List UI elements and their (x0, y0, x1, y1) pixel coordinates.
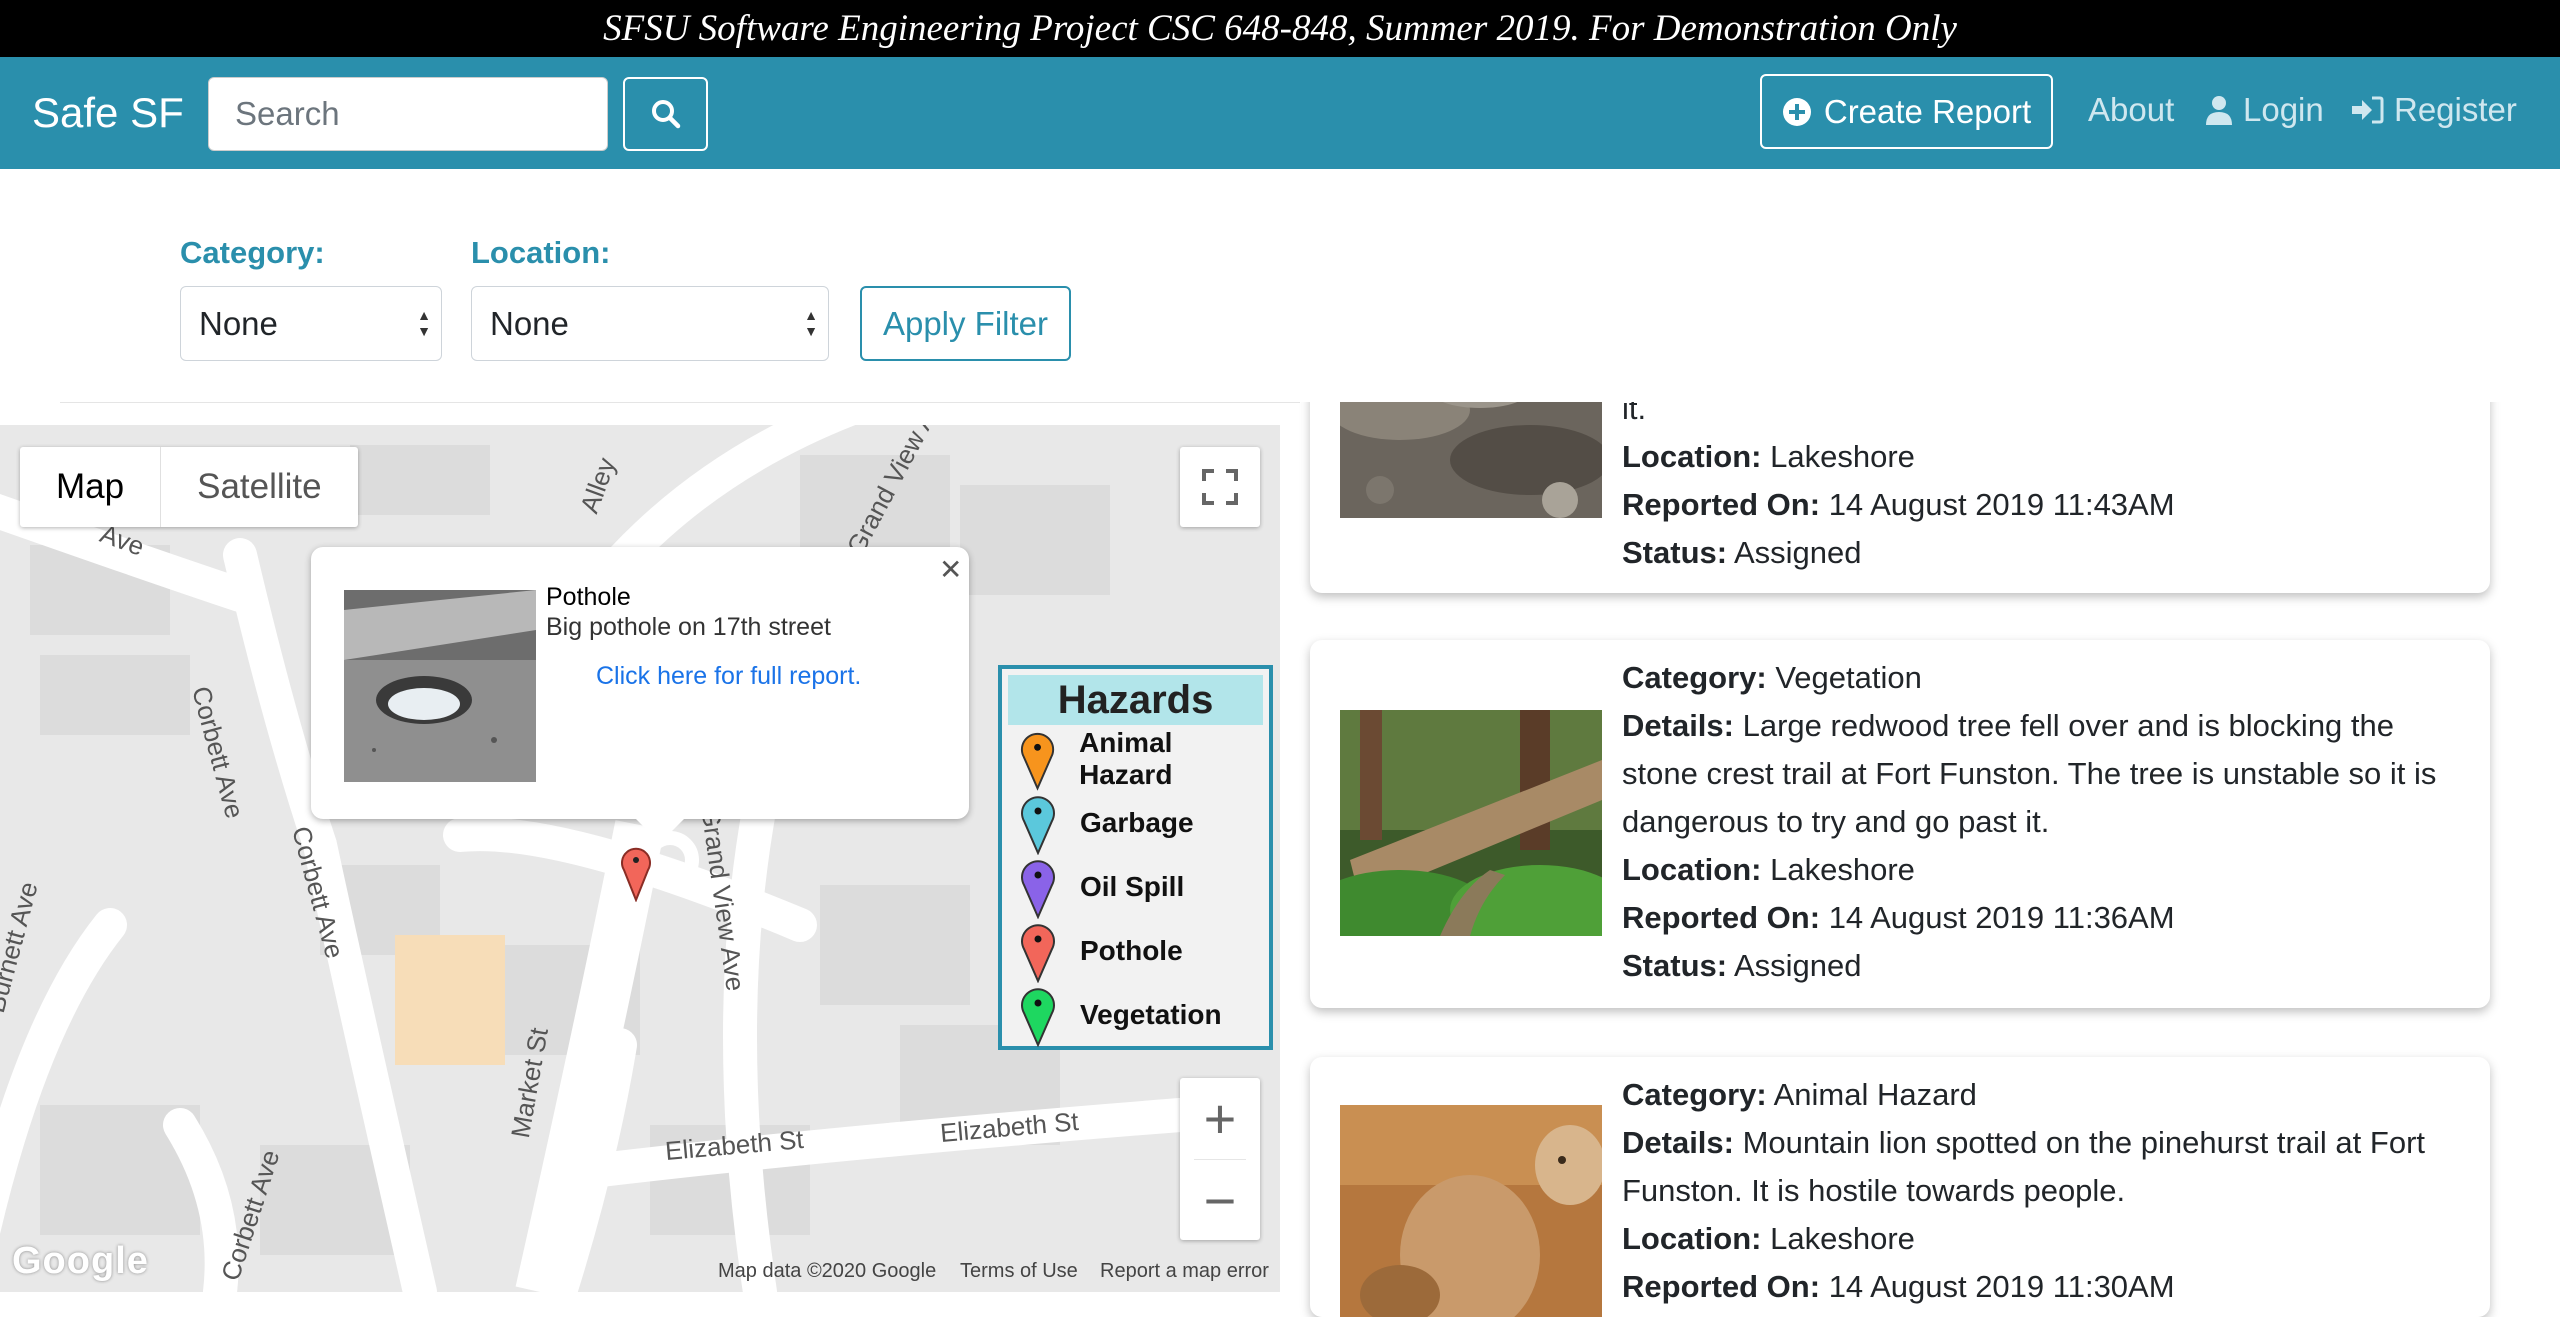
hazards-legend: Hazards Animal Hazard Garbage Oil Spill Pot… (998, 665, 1273, 1050)
location-value: Lakeshore (1770, 1221, 1915, 1256)
location-select[interactable]: None ▲ ▼ (471, 286, 829, 361)
popup-image (344, 590, 536, 782)
map-type-control: Map Satellite (20, 447, 358, 527)
brand-logo[interactable]: Safe SF (32, 89, 184, 137)
status-key: Status: (1622, 948, 1728, 983)
select-arrows-icon: ▲ ▼ (417, 307, 431, 339)
location-label: Location: (471, 235, 611, 270)
legend-item: Pothole (1018, 919, 1183, 983)
report-image (1340, 710, 1602, 936)
status-key: Status: (1622, 535, 1728, 570)
search-button[interactable] (623, 77, 708, 151)
status-value: Assigned (1733, 535, 1862, 570)
category-select[interactable]: None ▲ ▼ (180, 286, 442, 361)
location-value: None (490, 304, 569, 342)
report-details: Category: Vegetation Details: Large redw… (1622, 654, 2462, 990)
about-label: About (2088, 91, 2175, 128)
map-pin-icon (1021, 988, 1055, 1047)
legend-label: Oil Spill (1080, 871, 1185, 902)
category-key: Category: (1622, 1077, 1767, 1112)
reported-value: 14 August 2019 11:43AM (1828, 487, 2175, 522)
location-value: Lakeshore (1770, 852, 1915, 887)
details-key: Details: (1622, 708, 1734, 743)
full-report-link[interactable]: Click here for full report. (596, 662, 861, 691)
marker-info-popup: ✕ Pothole Big pothole on 17th street Cli… (311, 547, 969, 843)
report-details: it. Location: Lakeshore Reported On: 14 … (1622, 385, 2462, 577)
zoom-out-button[interactable]: − (1180, 1160, 1260, 1241)
map-pin-icon (1021, 796, 1055, 855)
report-card[interactable]: Category: Animal Hazard Details: Mountai… (1310, 1057, 2490, 1317)
map-data-attribution: Map data ©2020 Google (718, 1260, 937, 1282)
demo-banner: SFSU Software Engineering Project CSC 64… (0, 0, 2560, 57)
login-label: Login (2243, 91, 2324, 128)
map-pin-icon (1021, 924, 1055, 983)
legend-item: Animal Hazard (1018, 727, 1269, 791)
legend-label: Vegetation (1080, 999, 1222, 1030)
category-value: None (199, 304, 278, 342)
report-map-error-link[interactable]: Report a map error (1100, 1260, 1269, 1283)
filter-bar-background (1280, 170, 2560, 402)
report-image (1340, 1105, 1602, 1317)
map-view-button[interactable]: Map (20, 447, 162, 527)
satellite-view-button[interactable]: Satellite (161, 447, 358, 527)
map[interactable]: Alley Grand View Ave Ave Corbett Ave Cor… (0, 425, 1280, 1292)
nav-register[interactable]: Register (2350, 91, 2517, 129)
popup-description: Big pothole on 17th street (546, 613, 831, 641)
reported-value: 14 August 2019 11:36AM (1828, 900, 2175, 935)
report-card[interactable]: Category: Vegetation Details: Large redw… (1310, 640, 2490, 1008)
category-value: Vegetation (1775, 660, 1922, 695)
location-key: Location: (1622, 1221, 1762, 1256)
map-pin-icon (1020, 732, 1055, 791)
category-value: Animal Hazard (1773, 1077, 1977, 1112)
apply-filter-button[interactable]: Apply Filter (860, 286, 1071, 361)
search-input[interactable] (208, 77, 608, 151)
close-icon[interactable]: ✕ (939, 553, 962, 586)
legend-item: Vegetation (1018, 983, 1222, 1047)
search-icon (651, 100, 680, 129)
navbar: Safe SF Create Report About Login Regist… (0, 57, 2560, 169)
legend-item: Oil Spill (1018, 855, 1184, 919)
legend-label: Pothole (1080, 935, 1183, 966)
fullscreen-button[interactable] (1180, 447, 1260, 527)
legend-label: Garbage (1080, 807, 1194, 838)
reported-key: Reported On: (1622, 900, 1821, 935)
report-details: Category: Animal Hazard Details: Mountai… (1622, 1071, 2462, 1311)
category-label: Category: (180, 235, 325, 270)
location-key: Location: (1622, 852, 1762, 887)
google-logo: Google (12, 1240, 149, 1282)
sign-in-icon (2352, 96, 2384, 124)
terms-of-use-link[interactable]: Terms of Use (960, 1260, 1078, 1283)
nav-login[interactable]: Login (2205, 91, 2324, 129)
map-pin-icon (1021, 860, 1055, 919)
reported-key: Reported On: (1622, 1269, 1821, 1304)
legend-label: Animal Hazard (1079, 727, 1173, 790)
create-report-button[interactable]: Create Report (1760, 74, 2053, 149)
register-label: Register (2394, 91, 2517, 128)
plus-circle-icon (1782, 97, 1811, 126)
create-report-label: Create Report (1823, 92, 2032, 130)
user-icon (2206, 96, 2232, 125)
reported-value: 14 August 2019 11:30AM (1828, 1269, 2175, 1304)
location-key: Location: (1622, 439, 1762, 474)
zoom-control: + − (1180, 1078, 1260, 1240)
fullscreen-icon (1202, 469, 1238, 505)
reported-key: Reported On: (1622, 487, 1821, 522)
location-value: Lakeshore (1770, 439, 1915, 474)
pothole-marker-icon[interactable] (618, 840, 654, 902)
details-value: Mountain lion spotted on the pinehurst t… (1622, 1125, 2426, 1208)
zoom-in-button[interactable]: + (1180, 1078, 1260, 1159)
status-value: Assigned (1733, 948, 1862, 983)
select-arrows-icon: ▲ ▼ (804, 307, 818, 339)
details-key: Details: (1622, 1125, 1734, 1160)
divider (60, 402, 1300, 403)
category-key: Category: (1622, 660, 1767, 695)
legend-title: Hazards (1008, 675, 1263, 725)
legend-item: Garbage (1018, 791, 1194, 855)
popup-title: Pothole (546, 583, 631, 611)
nav-about[interactable]: About (2088, 91, 2174, 129)
details-value: Large redwood tree fell over and is bloc… (1622, 708, 2437, 839)
